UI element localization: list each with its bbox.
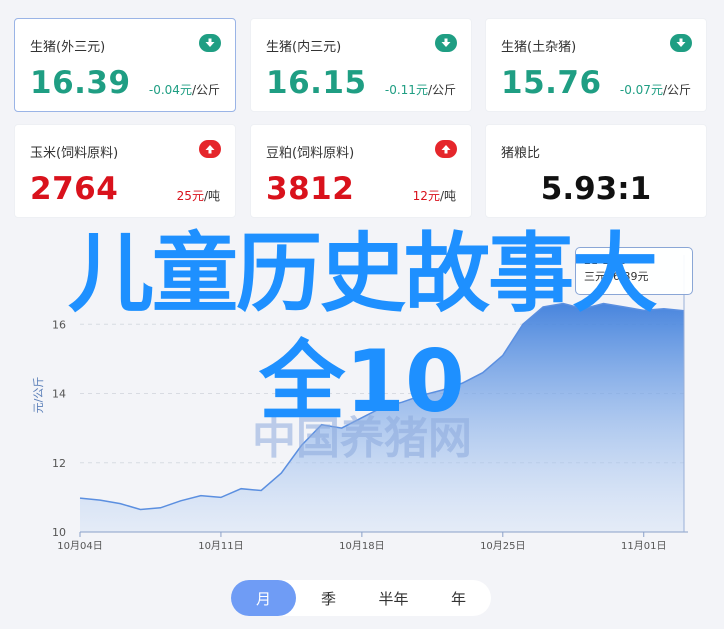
- card-change: 25元/吨: [176, 189, 220, 203]
- x-tick-label: 10月18日: [339, 540, 384, 552]
- down-arrow-icon: [435, 34, 457, 52]
- card-label: 玉米(饲料原料): [30, 146, 119, 161]
- price-card-soymeal[interactable]: 豆粕(饲料原料) 3812 12元/吨: [250, 124, 472, 218]
- card-label: 猪粮比: [501, 146, 541, 161]
- card-change: -0.11元/公斤: [384, 83, 456, 97]
- down-arrow-icon: [670, 34, 692, 52]
- period-tabs: 月 季 半年 年: [231, 580, 491, 616]
- y-tick-label: 10: [52, 526, 66, 539]
- tab-quarter[interactable]: 季: [296, 580, 361, 616]
- tab-year[interactable]: 年: [426, 580, 491, 616]
- x-tick-label: 10月04日: [57, 540, 102, 552]
- tooltip-value: 三元16.39元: [584, 270, 649, 283]
- card-label: 生猪(外三元): [30, 40, 106, 55]
- tooltip-date: 21-11-0: [584, 254, 627, 267]
- card-label: 生猪(土杂猪): [501, 40, 577, 55]
- card-change: -0.04元/公斤: [148, 83, 220, 97]
- price-card-tuzazhu[interactable]: 生猪(土杂猪) 15.76 -0.07元/公斤: [485, 18, 707, 112]
- series-area: [80, 303, 684, 532]
- price-card-neisanyuan[interactable]: 生猪(内三元) 16.15 -0.11元/公斤: [250, 18, 472, 112]
- card-label: 豆粕(饲料原料): [266, 146, 355, 161]
- x-tick-label: 10月11日: [198, 540, 243, 552]
- up-arrow-icon: [199, 140, 221, 158]
- x-tick-label: 10月25日: [480, 540, 525, 552]
- y-tick-label: 14: [52, 388, 66, 401]
- ratio-card[interactable]: 猪粮比 5.93:1: [485, 124, 707, 218]
- y-tick-label: 16: [52, 318, 66, 331]
- card-change: -0.07元/公斤: [619, 83, 691, 97]
- down-arrow-icon: [199, 34, 221, 52]
- card-price: 16.39: [30, 65, 131, 101]
- card-price: 3812: [266, 171, 355, 207]
- ratio-value: 5.93:1: [540, 171, 652, 207]
- price-card-waisanyuan[interactable]: 生猪(外三元) 16.39 -0.04元/公斤: [14, 18, 236, 112]
- up-arrow-icon: [435, 140, 457, 158]
- tab-half-year[interactable]: 半年: [361, 580, 426, 616]
- x-tick-label: 11月01日: [621, 540, 666, 552]
- chart-tooltip: 21-11-0 三元16.39元: [575, 247, 693, 295]
- tab-month[interactable]: 月: [231, 580, 296, 616]
- price-card-corn[interactable]: 玉米(饲料原料) 2764 25元/吨: [14, 124, 236, 218]
- card-change: 12元/吨: [412, 189, 456, 203]
- y-axis-label: 元/公斤: [32, 377, 45, 414]
- card-price: 16.15: [266, 65, 367, 101]
- card-label: 生猪(内三元): [266, 40, 342, 55]
- y-tick-label: 12: [52, 457, 66, 470]
- card-price: 15.76: [501, 65, 602, 101]
- card-price: 2764: [30, 171, 119, 207]
